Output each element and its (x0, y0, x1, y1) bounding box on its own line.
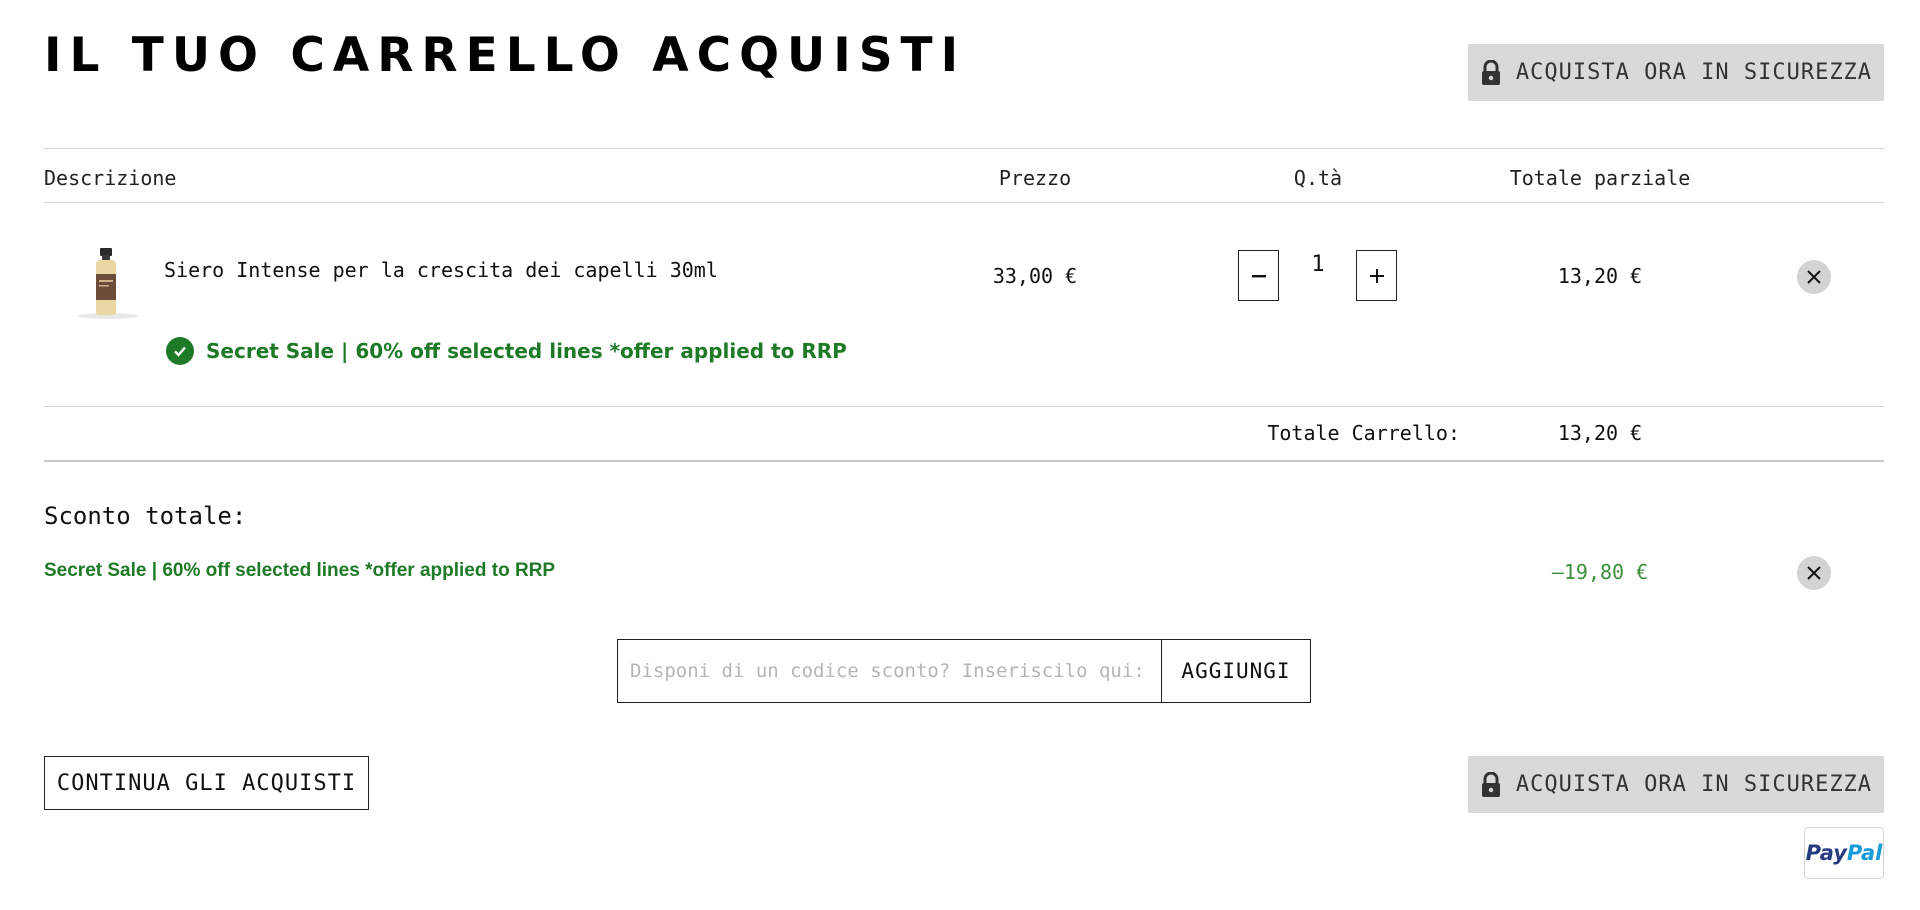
coupon-code-input[interactable] (617, 639, 1162, 703)
remove-item-button[interactable] (1797, 260, 1831, 294)
quantity-increase-button[interactable] (1356, 250, 1397, 301)
header-description: Descrizione (44, 166, 177, 190)
continue-shopping-button[interactable]: CONTINUA GLI ACQUISTI (44, 756, 369, 810)
minus-icon (1251, 274, 1266, 277)
product-subtotal: 13,20 € (1557, 264, 1643, 288)
header-subtotal: Totale parziale (1509, 166, 1691, 190)
check-circle-icon (166, 337, 194, 365)
item-promo-label: Secret Sale | 60% off selected lines *of… (206, 339, 847, 363)
divider (44, 406, 1884, 407)
secure-checkout-label: ACQUISTA ORA IN SICUREZZA (1515, 772, 1873, 797)
paypal-button[interactable]: Pay Pal (1804, 827, 1884, 879)
secure-checkout-label: ACQUISTA ORA IN SICUREZZA (1515, 60, 1873, 85)
plus-icon (1369, 268, 1384, 283)
cart-total-label: Totale Carrello: (1267, 421, 1460, 445)
quantity-value[interactable]: 1 (1300, 252, 1336, 277)
apply-coupon-button[interactable]: AGGIUNGI (1161, 639, 1311, 703)
header-qty: Q.tà (1293, 166, 1343, 190)
discount-value: –19,80 € (1551, 560, 1649, 584)
divider (44, 148, 1884, 149)
page-title: IL TUO CARRELLO ACQUISTI (44, 28, 967, 83)
product-name[interactable]: Siero Intense per la crescita dei capell… (164, 258, 718, 282)
close-icon (1807, 566, 1821, 580)
lock-icon (1481, 59, 1500, 85)
paypal-logo-pay: Pay (1805, 841, 1847, 865)
divider (44, 460, 1884, 462)
paypal-logo-pal: Pal (1846, 841, 1883, 865)
header-price: Prezzo (998, 166, 1072, 190)
lock-icon (1481, 771, 1500, 797)
product-price: 33,00 € (992, 264, 1078, 288)
close-icon (1807, 270, 1821, 284)
quantity-decrease-button[interactable] (1238, 250, 1279, 301)
divider (44, 202, 1884, 203)
secure-checkout-button-top[interactable]: ACQUISTA ORA IN SICUREZZA (1468, 44, 1884, 101)
discount-title: Sconto totale: (44, 502, 247, 530)
remove-discount-button[interactable] (1797, 556, 1831, 590)
cart-total-value: 13,20 € (1557, 421, 1643, 445)
discount-name: Secret Sale | 60% off selected lines *of… (44, 560, 556, 581)
serum-bottle-image[interactable] (70, 244, 142, 320)
item-promo: Secret Sale | 60% off selected lines *of… (166, 337, 847, 365)
secure-checkout-button-bottom[interactable]: ACQUISTA ORA IN SICUREZZA (1468, 756, 1884, 813)
